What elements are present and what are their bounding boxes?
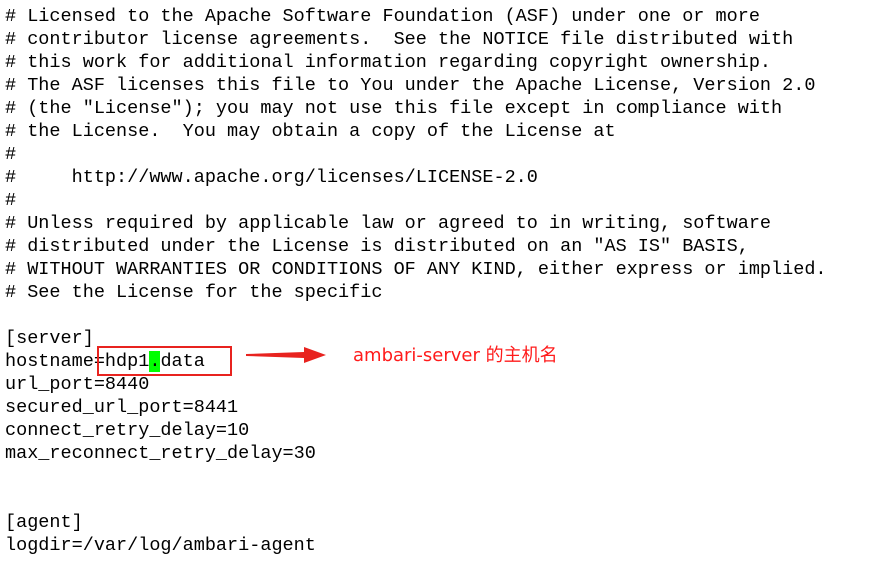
arrow-right-icon [246,347,326,363]
server-section-header: [server] [5,328,94,349]
logdir-line: logdir=/var/log/ambari-agent [5,535,316,556]
terminal-editor[interactable]: # Licensed to the Apache Software Founda… [0,0,871,561]
license-line-12: # WITHOUT WARRANTIES OR CONDITIONS OF AN… [5,259,827,280]
license-line-3: # this work for additional information r… [5,52,772,73]
license-line-2: # contributor license agreements. See th… [5,29,794,50]
license-line-10: # Unless required by applicable law or a… [5,213,772,234]
license-line-13: # See the License for the specific [5,282,383,303]
hostname-key: hostname= [5,351,105,372]
max-reconnect-retry-delay-line: max_reconnect_retry_delay=30 [5,443,316,464]
license-line-8: # http://www.apache.org/licenses/LICENSE… [5,167,538,188]
license-line-5: # (the "License"); you may not use this … [5,98,783,119]
hostname-annotation: ambari-server 的主机名 [353,345,558,366]
license-line-9: # [5,190,17,211]
agent-section-header: [agent] [5,512,83,533]
license-line-7: # [5,144,17,165]
secured-url-port-line: secured_url_port=8441 [5,397,239,418]
license-line-4: # The ASF licenses this file to You unde… [5,75,816,96]
hostname-highlight-box [97,346,232,376]
connect-retry-delay-line: connect_retry_delay=10 [5,420,250,441]
license-line-6: # the License. You may obtain a copy of … [5,121,616,142]
url-port-line: url_port=8440 [5,374,150,395]
license-line-11: # distributed under the License is distr… [5,236,749,257]
license-line-1: # Licensed to the Apache Software Founda… [5,6,760,27]
